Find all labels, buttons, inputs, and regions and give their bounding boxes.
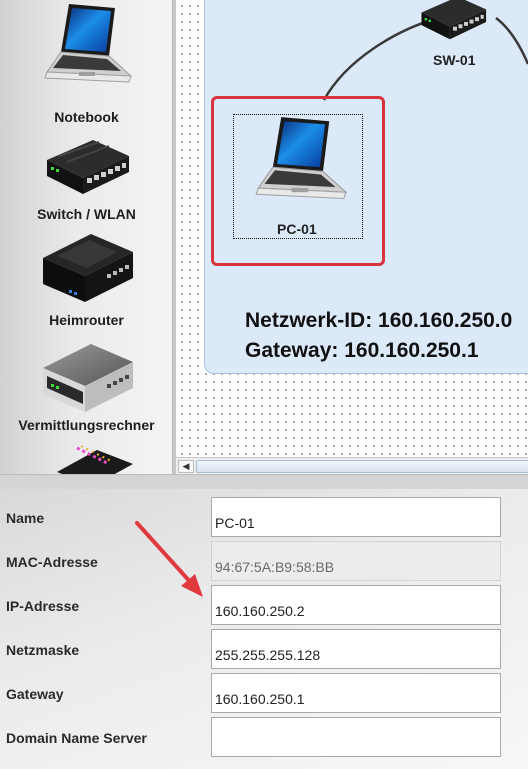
- notebook-icon: [255, 117, 348, 200]
- dns-field[interactable]: [211, 717, 501, 757]
- notebook-icon: [43, 4, 132, 83]
- mac-address-field: [211, 541, 501, 581]
- scrollbar-thumb[interactable]: [196, 460, 528, 473]
- home-router-icon: [42, 234, 133, 302]
- palette-label-switch: Switch / WLAN: [37, 206, 136, 222]
- gateway-field[interactable]: [211, 673, 501, 713]
- palette-label-notebook: Notebook: [54, 109, 119, 125]
- device-palette: Notebook Switch / WLAN Heimrouter Vermit…: [0, 0, 173, 474]
- palette-item-home-router[interactable]: Heimrouter: [0, 228, 172, 332]
- scroll-left-icon[interactable]: ◀: [178, 460, 194, 473]
- netmask-field[interactable]: [211, 629, 501, 669]
- properties-panel: Name MAC-Adresse IP-Adresse Netzmaske Ga…: [0, 474, 528, 769]
- gateway-label: Gateway: [6, 686, 64, 702]
- palette-label-router: Vermittlungsrechner: [18, 417, 155, 433]
- device-sw-01[interactable]: [406, 0, 504, 40]
- property-row-netmask: Netzmaske: [0, 629, 528, 673]
- property-row-gateway: Gateway: [0, 673, 528, 717]
- netmask-label: Netzmaske: [6, 642, 80, 658]
- switch-icon: [421, 0, 487, 40]
- ip-address-field[interactable]: [211, 585, 501, 625]
- canvas-horizontal-scrollbar[interactable]: ◀: [176, 457, 528, 474]
- network-canvas[interactable]: Netzwerk-ID: 160.160.250.0 Gateway: 160.…: [176, 0, 528, 457]
- palette-item-notebook[interactable]: Notebook: [0, 0, 172, 130]
- name-field[interactable]: [211, 497, 501, 537]
- name-label: Name: [6, 510, 45, 526]
- dns-label: Domain Name Server: [6, 730, 147, 746]
- device-label-switch: SW-01: [433, 52, 476, 68]
- property-row-dns: Domain Name Server: [0, 717, 528, 761]
- cable-device-icon: [56, 445, 133, 474]
- property-row-mac: MAC-Adresse: [0, 541, 528, 585]
- property-row-name: Name: [0, 497, 528, 541]
- device-pc-01[interactable]: PC-01: [233, 114, 363, 239]
- device-label-pc: PC-01: [277, 221, 317, 237]
- palette-label-home-router: Heimrouter: [49, 312, 124, 328]
- switch-icon: [46, 140, 129, 194]
- mac-label: MAC-Adresse: [6, 554, 98, 570]
- palette-item-cable[interactable]: [0, 442, 172, 474]
- ip-label: IP-Adresse: [6, 598, 80, 614]
- router-icon: [42, 344, 133, 412]
- property-row-ip: IP-Adresse: [0, 585, 528, 629]
- palette-item-router[interactable]: Vermittlungsrechner: [0, 336, 172, 440]
- palette-item-switch[interactable]: Switch / WLAN: [0, 132, 172, 228]
